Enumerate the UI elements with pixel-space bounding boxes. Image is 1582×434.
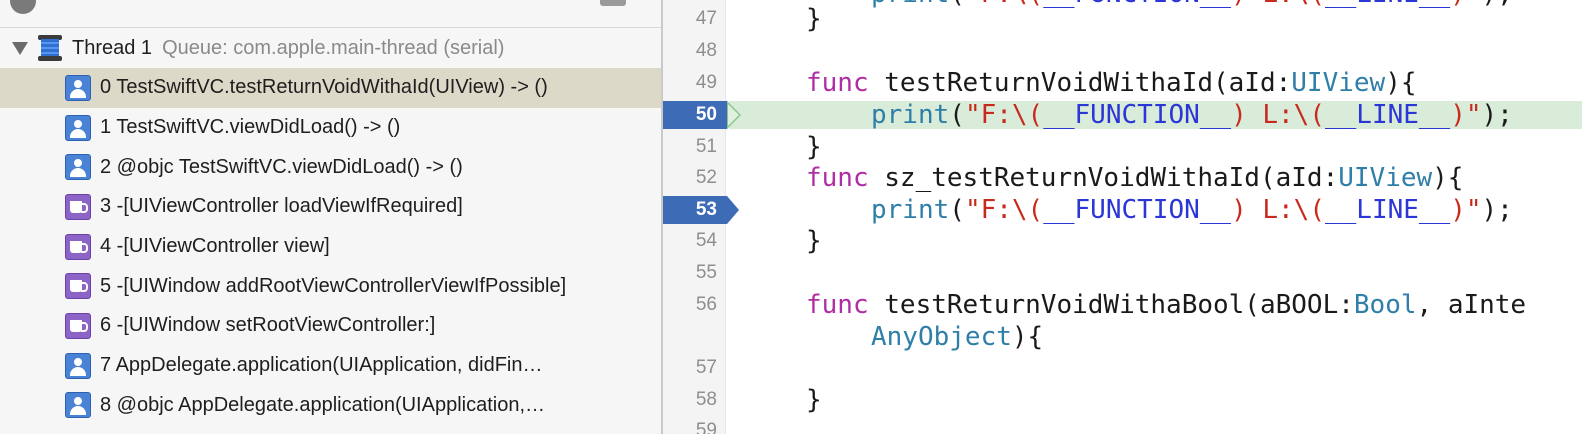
code-line-current[interactable]: 50 print("F:\(__FUNCTION__) L:\(__LINE__…	[663, 99, 1582, 131]
line-number: 48	[695, 40, 717, 61]
code-text: func testReturnVoidWithaBool(aBOOL:Bool,…	[806, 290, 1527, 320]
source-editor[interactable]: print("F:\(__FUNCTION__) L:\(__LINE__)")…	[663, 0, 1582, 434]
line-number: 51	[695, 136, 717, 157]
line-number: 52	[695, 167, 717, 188]
line-number: 50	[695, 104, 717, 125]
line-number: 49	[695, 72, 717, 93]
navigator-top-strip	[0, 0, 661, 28]
code-line-breakpoint[interactable]: 53 print("F:\(__FUNCTION__) L:\(__LINE__…	[663, 194, 1582, 226]
stack-frame-label: 4 -[UIViewController view]	[100, 235, 330, 258]
code-text: func sz_testReturnVoidWithaId(aId:UIView…	[806, 163, 1464, 193]
stack-frame-row[interactable]: 4 -[UIViewController view]	[0, 227, 661, 267]
system-frame-icon	[65, 193, 91, 220]
stack-frame-label: 3 -[UIViewController loadViewIfRequired]	[100, 195, 463, 218]
thread-queue: Queue: com.apple.main-thread (serial)	[162, 36, 505, 59]
code-text: }	[806, 132, 822, 162]
line-number: 53	[695, 199, 717, 220]
user-frame-icon	[65, 74, 91, 101]
user-frame-icon	[65, 352, 91, 379]
process-icon[interactable]	[10, 0, 36, 14]
line-number: 59	[695, 420, 717, 434]
code-text: func testReturnVoidWithaId(aId:UIView){	[806, 68, 1417, 98]
system-frame-icon	[65, 312, 91, 339]
code-text: AnyObject){	[871, 322, 1044, 352]
code-line[interactable]: 51 }	[663, 131, 1582, 163]
stack-frame-row[interactable]: 2 @objc TestSwiftVC.viewDidLoad() -> ()	[0, 147, 661, 187]
system-frame-icon	[65, 273, 91, 300]
line-number: 47	[695, 8, 717, 29]
line-number: 58	[695, 389, 717, 410]
code-line[interactable]: 49 func testReturnVoidWithaId(aId:UIView…	[663, 67, 1582, 99]
stack-frame-row[interactable]: 5 -[UIWindow addRootViewControllerViewIf…	[0, 266, 661, 306]
line-number: 54	[695, 230, 717, 251]
navigator-options-icon[interactable]	[600, 0, 626, 6]
stack-frame-label: 8 @objc AppDelegate.application(UIApplic…	[100, 393, 546, 416]
code-text: }	[806, 226, 822, 256]
disclosure-triangle-icon[interactable]	[12, 41, 28, 55]
stack-frame-label: 7 AppDelegate.application(UIApplication,…	[100, 354, 543, 377]
code-line-wrapped[interactable]: AnyObject){	[663, 321, 1582, 353]
code-line[interactable]: 56 func testReturnVoidWithaBool(aBOOL:Bo…	[663, 289, 1582, 321]
user-frame-icon	[65, 154, 91, 181]
code-line[interactable]: 57	[663, 352, 1582, 384]
user-frame-icon	[65, 392, 91, 419]
stack-frame-label: 0 TestSwiftVC.testReturnVoidWithaId(UIVi…	[100, 76, 548, 99]
code-text: print("F:\(__FUNCTION__) L:\(__LINE__)")…	[871, 100, 1513, 130]
line-number: 56	[695, 294, 717, 315]
code-line[interactable]: 58 }	[663, 384, 1582, 416]
stack-frame-row[interactable]: 6 -[UIWindow setRootViewController:]	[0, 306, 661, 346]
user-frame-icon	[65, 114, 91, 141]
system-frame-icon	[65, 233, 91, 260]
code-line[interactable]: 52 func sz_testReturnVoidWithaId(aId:UIV…	[663, 162, 1582, 194]
stack-frame-list: 0 TestSwiftVC.testReturnVoidWithaId(UIVi…	[0, 68, 661, 425]
code-line[interactable]: 54 }	[663, 225, 1582, 257]
spool-thread-icon	[38, 35, 62, 61]
code-line[interactable]: 55	[663, 257, 1582, 289]
stack-frame-row[interactable]: 8 @objc AppDelegate.application(UIApplic…	[0, 386, 661, 426]
line-number: 57	[695, 357, 717, 378]
stack-frame-row[interactable]: 0 TestSwiftVC.testReturnVoidWithaId(UIVi…	[0, 68, 661, 108]
debug-navigator: Thread 1 Queue: com.apple.main-thread (s…	[0, 0, 661, 434]
stack-frame-label: 1 TestSwiftVC.viewDidLoad() -> ()	[100, 116, 401, 139]
stack-frame-label: 2 @objc TestSwiftVC.viewDidLoad() -> ()	[100, 155, 463, 178]
code-line[interactable]: 48	[663, 35, 1582, 67]
line-number: 55	[695, 262, 717, 283]
stack-frame-row[interactable]: 7 AppDelegate.application(UIApplication,…	[0, 346, 661, 386]
code-text: }	[806, 4, 822, 34]
stack-frame-label: 5 -[UIWindow addRootViewControllerViewIf…	[100, 274, 567, 297]
thread-row[interactable]: Thread 1 Queue: com.apple.main-thread (s…	[0, 28, 661, 68]
stack-frame-row[interactable]: 3 -[UIViewController loadViewIfRequired]	[0, 187, 661, 227]
code-line[interactable]: 47 }	[663, 3, 1582, 35]
stack-frame-row[interactable]: 1 TestSwiftVC.viewDidLoad() -> ()	[0, 108, 661, 148]
code-text: print("F:\(__FUNCTION__) L:\(__LINE__)")…	[871, 195, 1513, 225]
thread-name: Thread 1	[72, 36, 153, 59]
stack-frame-label: 6 -[UIWindow setRootViewController:]	[100, 314, 436, 337]
code-text: }	[806, 385, 822, 415]
